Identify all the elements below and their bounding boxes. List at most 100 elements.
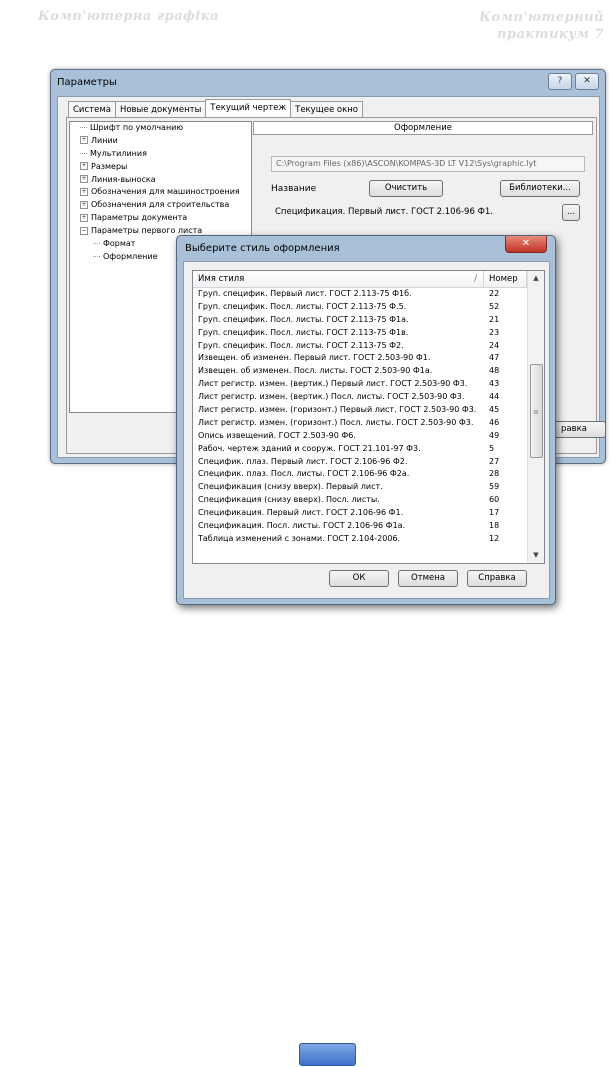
panel-title: Оформление bbox=[253, 121, 593, 135]
style-name-cell: Извещен. об изменен. Первый лист. ГОСТ 2… bbox=[198, 353, 431, 363]
expand-icon[interactable]: + bbox=[80, 200, 88, 209]
tree-item-label: Шрифт по умолчанию bbox=[90, 123, 184, 132]
list-item[interactable]: Лист регистр. измен. (вертик.) Посл. лис… bbox=[193, 391, 527, 404]
page-header-right-line2: практикум 7 bbox=[497, 27, 604, 42]
list-item[interactable]: Специфик. плаз. Посл. листы. ГОСТ 2.106-… bbox=[193, 468, 527, 481]
tree-item-label: Параметры документа bbox=[91, 213, 188, 223]
expand-icon[interactable]: + bbox=[80, 213, 88, 222]
style-number-cell: 27 bbox=[489, 456, 500, 466]
list-item[interactable]: Спецификация (снизу вверх). Первый лист.… bbox=[193, 481, 527, 494]
list-item[interactable]: Груп. специфик. Посл. листы. ГОСТ 2.113-… bbox=[193, 340, 527, 353]
tree-item[interactable]: + Обозначения для строительства bbox=[70, 199, 251, 212]
column-header-name-label: Имя стиля bbox=[198, 274, 245, 284]
style-dialog: Выберите стиль оформления ✕ Имя стиля / … bbox=[176, 235, 556, 605]
tree-item[interactable]: + Линии bbox=[70, 135, 251, 148]
tree-item[interactable]: Шрифт по умолчанию bbox=[70, 122, 251, 135]
list-item[interactable]: Груп. специфик. Посл. листы. ГОСТ 2.113-… bbox=[193, 327, 527, 340]
tree-item-label: Мультилиния bbox=[90, 148, 147, 158]
page-header-right: Комп'ютерний практикум 7 bbox=[479, 9, 604, 43]
style-name-cell: Груп. специфик. Посл. листы. ГОСТ 2.113-… bbox=[198, 340, 404, 350]
style-number-cell: 59 bbox=[489, 482, 500, 492]
list-item[interactable]: Груп. специфик. Первый лист. ГОСТ 2.113-… bbox=[193, 288, 527, 301]
list-item[interactable]: Лист регистр. измен. (вертик.) Первый ли… bbox=[193, 378, 527, 391]
vertical-scrollbar[interactable]: ▲ ≡ ▼ bbox=[527, 271, 544, 563]
page-nav-button[interactable] bbox=[299, 1043, 356, 1066]
list-item[interactable]: Спецификация. Первый лист. ГОСТ 2.106-96… bbox=[193, 507, 527, 520]
collapse-icon[interactable]: − bbox=[80, 226, 88, 235]
file-path-field[interactable]: C:\Program Files (x86)\ASCON\KOMPAS-3D L… bbox=[271, 156, 585, 172]
tree-item-label: Линия-выноска bbox=[91, 174, 156, 184]
cancel-button[interactable]: Отмена bbox=[398, 570, 458, 587]
style-number-cell: 17 bbox=[489, 508, 500, 518]
style-number-cell: 21 bbox=[489, 314, 500, 324]
list-item[interactable]: Спецификация (снизу вверх). Посл. листы.… bbox=[193, 494, 527, 507]
style-name-cell: Опись извещений. ГОСТ 2.503-90 Ф6. bbox=[198, 430, 356, 440]
scroll-down-icon[interactable]: ▼ bbox=[528, 548, 544, 563]
style-number-cell: 47 bbox=[489, 353, 500, 363]
close-icon[interactable]: ✕ bbox=[505, 236, 547, 253]
style-name-cell: Спецификация. Посл. листы. ГОСТ 2.106-96… bbox=[198, 521, 406, 531]
params-window-title: Параметры bbox=[57, 77, 117, 88]
list-item[interactable]: Таблица изменений с зонами. ГОСТ 2.104-2… bbox=[193, 533, 527, 546]
style-name-cell: Таблица изменений с зонами. ГОСТ 2.104-2… bbox=[198, 533, 401, 543]
close-icon[interactable]: ✕ bbox=[575, 73, 599, 90]
style-number-cell: 46 bbox=[489, 417, 500, 427]
expand-icon[interactable]: + bbox=[80, 175, 88, 184]
tab-2[interactable]: Текущий чертеж bbox=[205, 99, 292, 118]
style-number-cell: 24 bbox=[489, 340, 500, 350]
help-button[interactable]: Справка bbox=[467, 570, 527, 587]
libraries-button[interactable]: Библиотеки... bbox=[500, 180, 580, 197]
tree-item[interactable]: + Параметры документа bbox=[70, 212, 251, 225]
style-name-cell: Спецификация. Первый лист. ГОСТ 2.106-96… bbox=[198, 508, 404, 518]
scroll-up-icon[interactable]: ▲ bbox=[528, 271, 544, 286]
column-header-name[interactable]: Имя стиля / bbox=[193, 271, 484, 287]
tree-item[interactable]: + Линия-выноска bbox=[70, 174, 251, 187]
style-list[interactable]: Имя стиля / Номер Груп. специфик. Первый… bbox=[192, 270, 545, 564]
style-number-cell: 5 bbox=[489, 443, 495, 453]
clear-button[interactable]: Очистить bbox=[369, 180, 443, 197]
ok-button[interactable]: ОК bbox=[329, 570, 389, 587]
style-name-field: Спецификация. Первый лист. ГОСТ 2.106-96… bbox=[275, 207, 493, 217]
expand-icon[interactable]: + bbox=[80, 187, 88, 196]
style-name-cell: Груп. специфик. Посл. листы. ГОСТ 2.113-… bbox=[198, 327, 409, 337]
style-number-cell: 52 bbox=[489, 301, 500, 311]
expand-icon[interactable]: + bbox=[80, 162, 88, 171]
tree-item[interactable]: + Размеры bbox=[70, 161, 251, 174]
list-item[interactable]: Рабоч. чертеж зданий и сооруж. ГОСТ 21.1… bbox=[193, 443, 527, 456]
list-header: Имя стиля / Номер bbox=[193, 271, 544, 288]
list-item[interactable]: Груп. специфик. Посл. листы. ГОСТ 2.113-… bbox=[193, 314, 527, 327]
list-item[interactable]: Лист регистр. измен. (горизонт.) Посл. л… bbox=[193, 417, 527, 430]
list-item[interactable]: Опись извещений. ГОСТ 2.503-90 Ф6. 49 bbox=[193, 430, 527, 443]
list-item[interactable]: Извещен. об изменен. Первый лист. ГОСТ 2… bbox=[193, 352, 527, 365]
style-number-cell: 49 bbox=[489, 430, 500, 440]
style-name-cell: Специфик. плаз. Посл. листы. ГОСТ 2.106-… bbox=[198, 469, 410, 479]
style-rows: Груп. специфик. Первый лист. ГОСТ 2.113-… bbox=[193, 288, 527, 546]
tree-item[interactable]: Мультилиния bbox=[70, 148, 251, 161]
tree-item[interactable]: + Обозначения для машиностроения bbox=[70, 186, 251, 199]
list-item[interactable]: Лист регистр. измен. (горизонт.) Первый … bbox=[193, 404, 527, 417]
style-name-cell: Извещен. об изменен. Посл. листы. ГОСТ 2… bbox=[198, 366, 433, 376]
tree-connector-icon bbox=[93, 243, 100, 245]
browse-dots-button[interactable]: ... bbox=[562, 204, 580, 221]
style-number-cell: 43 bbox=[489, 379, 500, 389]
list-item[interactable]: Груп. специфик. Посл. листы. ГОСТ 2.113-… bbox=[193, 301, 527, 314]
sort-icon: / bbox=[474, 274, 477, 284]
list-item[interactable]: Извещен. об изменен. Посл. листы. ГОСТ 2… bbox=[193, 365, 527, 378]
tree-item-label: Линии bbox=[91, 135, 118, 145]
style-number-cell: 23 bbox=[489, 327, 500, 337]
style-name-cell: Лист регистр. измен. (вертик.) Посл. лис… bbox=[198, 392, 465, 402]
params-window-controls: ? ✕ bbox=[548, 73, 599, 90]
tree-item-label: Параметры первого листа bbox=[91, 226, 203, 236]
column-header-number[interactable]: Номер bbox=[484, 271, 527, 287]
scrollbar-grip-icon: ≡ bbox=[533, 408, 539, 416]
expand-icon[interactable]: + bbox=[80, 136, 88, 145]
style-name-cell: Груп. специфик. Посл. листы. ГОСТ 2.113-… bbox=[198, 301, 407, 311]
style-number-cell: 44 bbox=[489, 392, 500, 402]
style-name-cell: Груп. специфик. Первый лист. ГОСТ 2.113-… bbox=[198, 289, 412, 298]
list-item[interactable]: Спецификация. Посл. листы. ГОСТ 2.106-96… bbox=[193, 520, 527, 533]
tree-connector-icon bbox=[93, 255, 100, 257]
help-icon[interactable]: ? bbox=[548, 73, 572, 90]
style-dialog-title: Выберите стиль оформления bbox=[185, 243, 340, 254]
list-item[interactable]: Специфик. плаз. Первый лист. ГОСТ 2.106-… bbox=[193, 456, 527, 469]
name-label: Название bbox=[271, 184, 317, 194]
